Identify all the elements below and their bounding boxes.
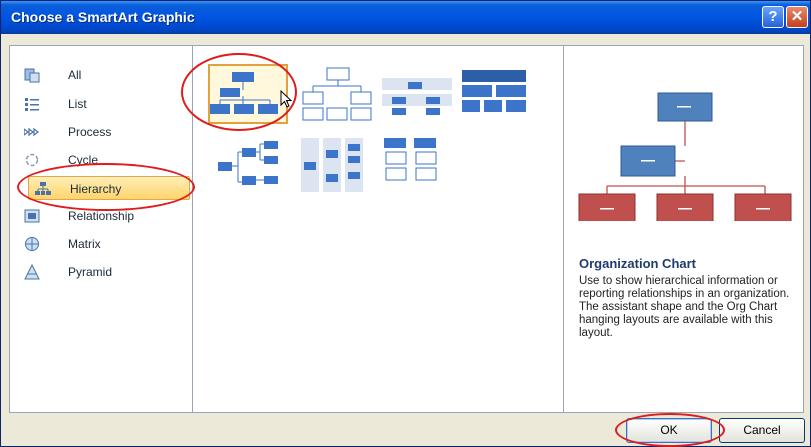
category-label: Hierarchy (70, 182, 122, 196)
title-bar: Choose a SmartArt Graphic ? ✕ (1, 1, 810, 34)
category-list-item[interactable]: List (18, 92, 190, 116)
category-hierarchy[interactable]: Hierarchy (28, 176, 190, 200)
category-label: Pyramid (68, 265, 113, 279)
process-icon (24, 127, 39, 137)
dialog-content: All List Process Cycle Hierarchy Relatio… (9, 45, 804, 413)
horizontal-hierarchy-thumbnail (218, 141, 278, 185)
relationship-icon (24, 209, 40, 223)
category-label: All (68, 68, 82, 82)
labeled-hierarchy-thumbnail (382, 78, 452, 115)
layout-organization-chart[interactable] (208, 64, 288, 124)
category-relationship[interactable]: Relationship (18, 204, 190, 228)
matrix-icon (25, 237, 39, 251)
horizontal-labeled-hierarchy-thumbnail (301, 138, 363, 192)
mouse-cursor-icon (280, 90, 293, 108)
layout-horizontal-labeled-hierarchy[interactable] (299, 136, 379, 196)
category-label: Relationship (68, 209, 135, 223)
hierarchy-icon (35, 182, 51, 195)
window-title: Choose a SmartArt Graphic (11, 9, 195, 25)
category-all[interactable]: All (18, 63, 190, 87)
list-icon (25, 98, 39, 111)
preview-description: Use to show hierarchical information or … (579, 275, 790, 339)
category-label: List (68, 97, 87, 111)
organization-chart-preview (578, 92, 792, 221)
category-list: All List Process Cycle Hierarchy Relatio… (10, 46, 193, 412)
cycle-icon (25, 153, 39, 167)
pyramid-icon (24, 264, 40, 280)
category-matrix[interactable]: Matrix (18, 232, 190, 256)
hierarchy-list-thumbnail (384, 138, 437, 181)
category-cycle[interactable]: Cycle (18, 148, 190, 172)
category-label: Matrix (68, 237, 101, 251)
hierarchy-outline-thumbnail (302, 67, 372, 121)
layout-labeled-hierarchy[interactable] (380, 68, 460, 128)
ok-button[interactable]: OK (626, 418, 712, 443)
layout-hierarchy-list[interactable] (382, 136, 462, 196)
category-label: Cycle (68, 153, 99, 167)
close-button[interactable]: ✕ (786, 6, 808, 28)
layout-grid (194, 46, 564, 412)
preview-title: Organization Chart (579, 256, 697, 271)
preview-pane: Organization Chart Use to show hierarchi… (565, 46, 803, 412)
layout-horizontal-hierarchy[interactable] (216, 140, 296, 200)
cancel-button[interactable]: Cancel (719, 418, 805, 443)
category-label: Process (68, 125, 112, 139)
layout-table-hierarchy[interactable] (460, 68, 540, 128)
table-hierarchy-thumbnail (462, 70, 526, 112)
organization-chart-thumbnail (210, 72, 278, 114)
smartart-dialog: Choose a SmartArt Graphic ? ✕ All List P… (0, 0, 811, 447)
help-button[interactable]: ? (762, 6, 784, 28)
category-process[interactable]: Process (18, 120, 190, 144)
all-icon (24, 68, 40, 83)
layout-hierarchy-outline[interactable] (299, 66, 379, 126)
category-pyramid[interactable]: Pyramid (18, 260, 190, 284)
